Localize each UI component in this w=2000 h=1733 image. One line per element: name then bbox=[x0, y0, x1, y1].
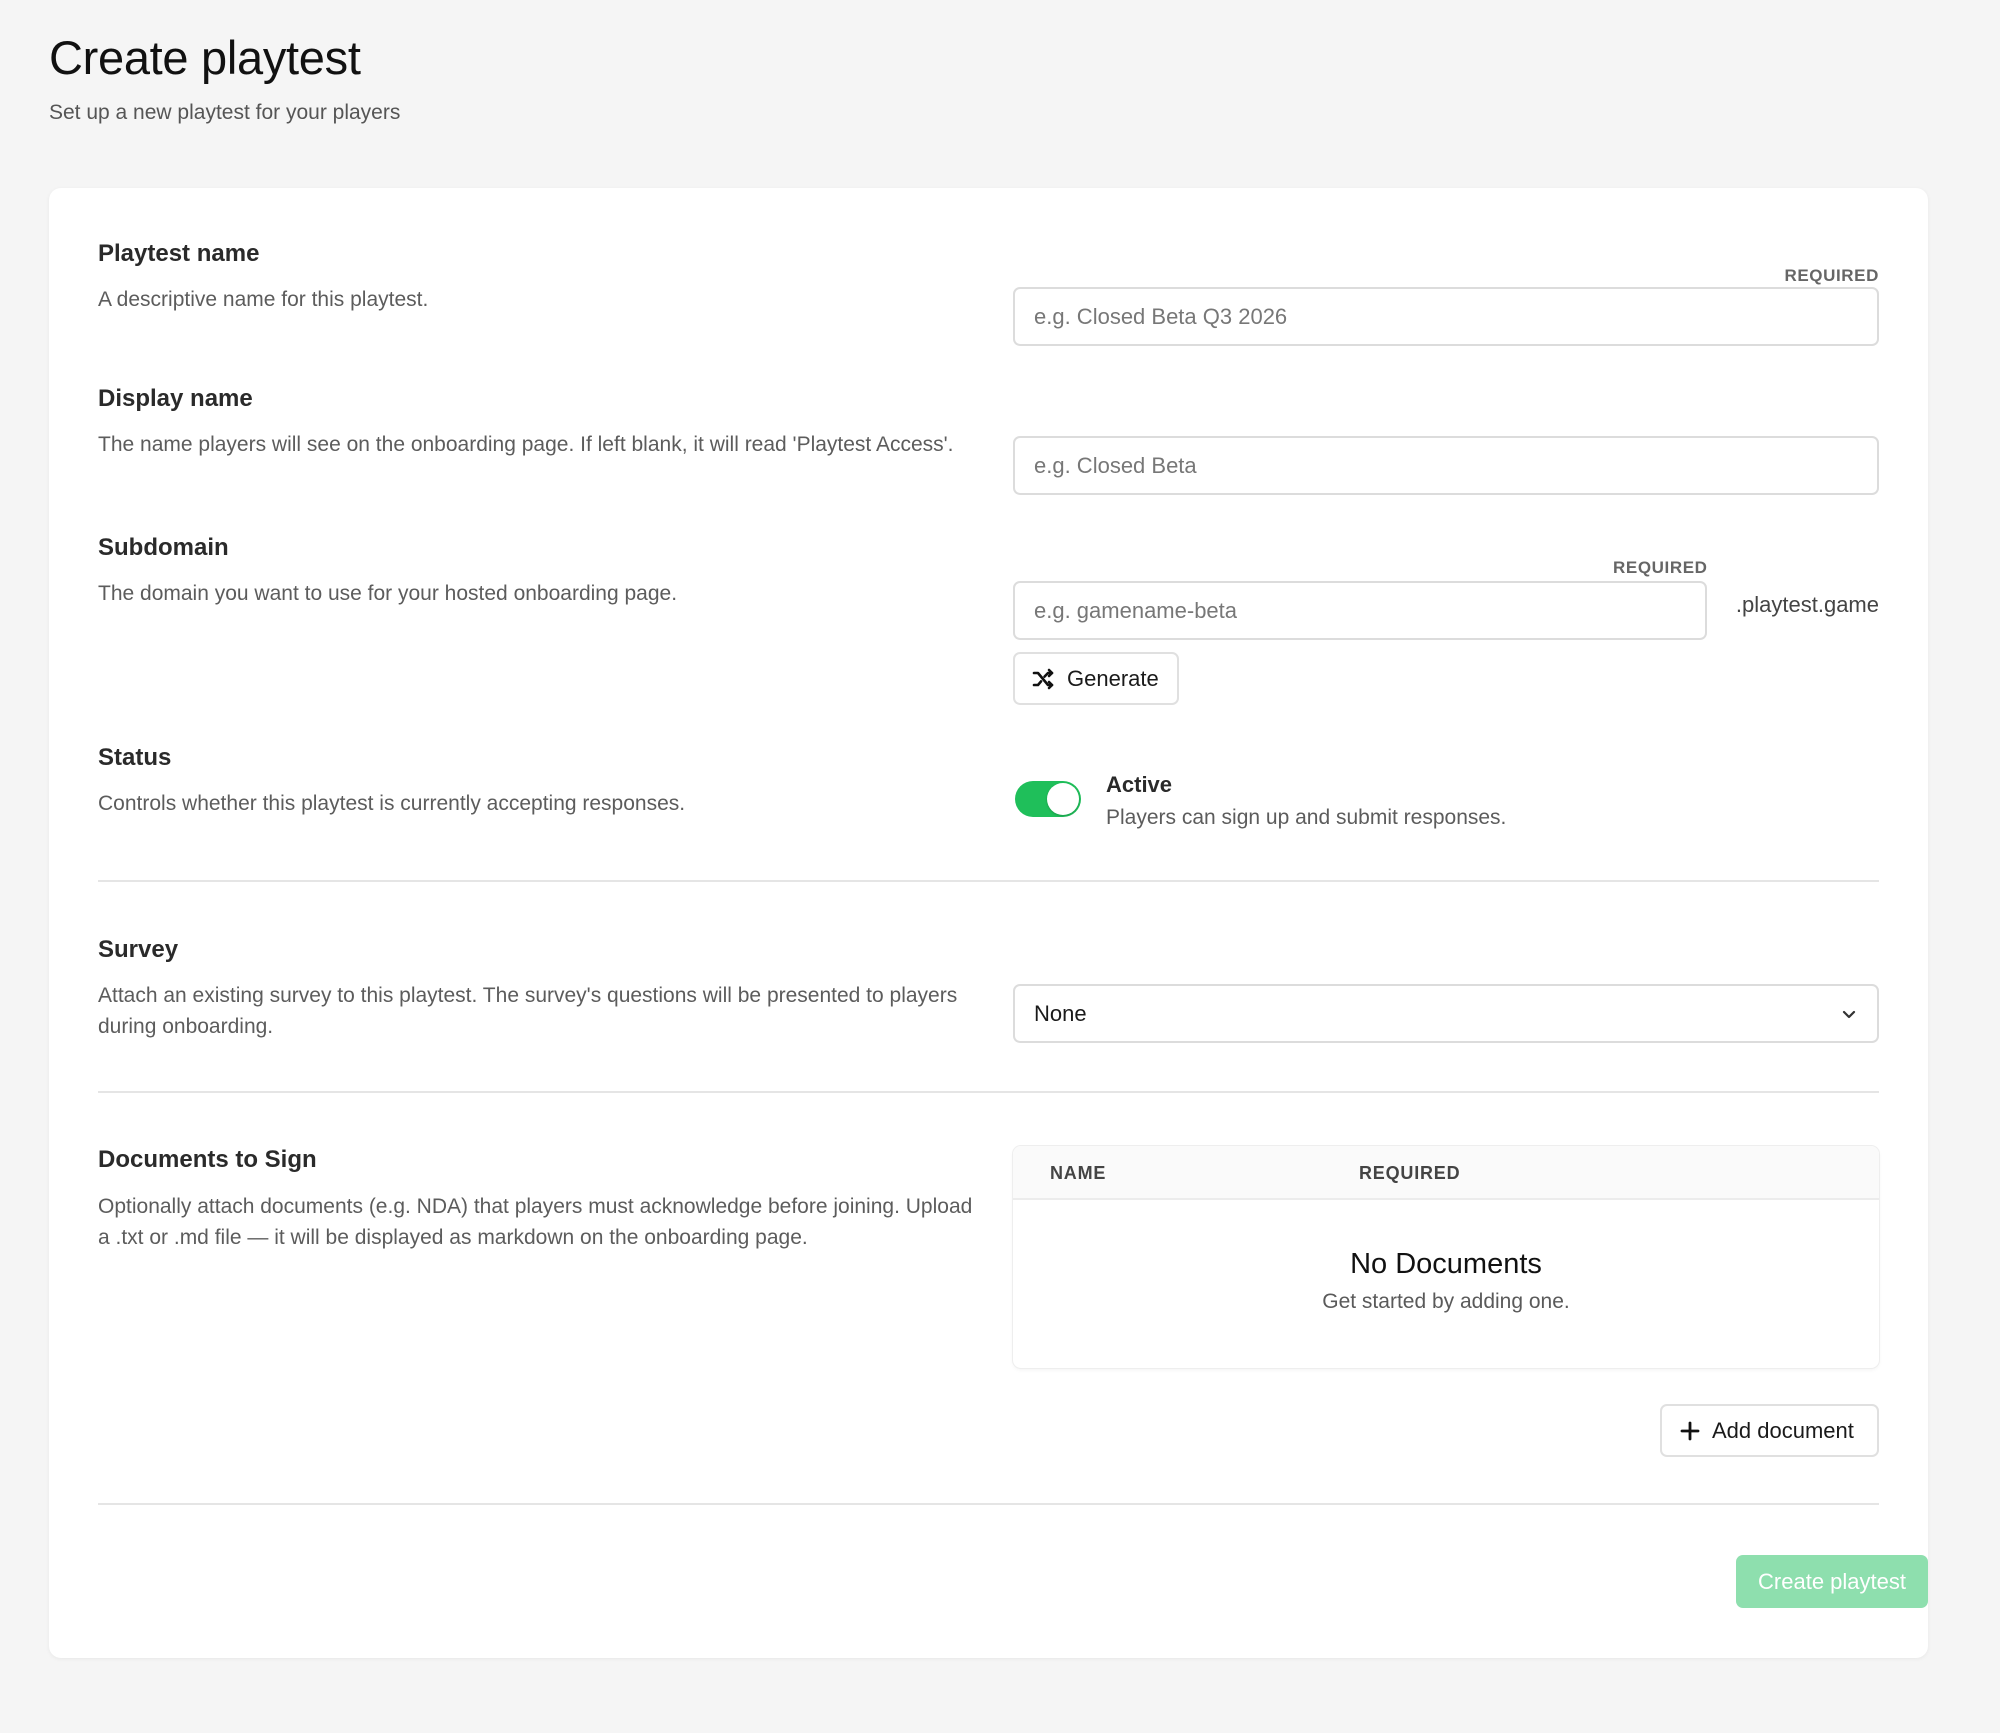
empty-state-subtitle: Get started by adding one. bbox=[1322, 1290, 1570, 1313]
subdomain-suffix: .playtest.game bbox=[1735, 592, 1879, 617]
playtest-name-label: Playtest name bbox=[98, 240, 260, 267]
column-header-name: NAME bbox=[1050, 1163, 1107, 1183]
playtest-form-card: Playtest name A descriptive name for thi… bbox=[49, 188, 1928, 1658]
add-document-label: Add document bbox=[1712, 1417, 1854, 1443]
subdomain-input[interactable] bbox=[1013, 581, 1707, 640]
status-state-title: Active bbox=[1106, 772, 1173, 797]
generate-subdomain-button[interactable]: Generate bbox=[1013, 652, 1179, 705]
survey-label: Survey bbox=[98, 936, 179, 963]
empty-state-title: No Documents bbox=[1350, 1248, 1542, 1280]
page-title: Create playtest bbox=[49, 31, 361, 84]
page-header: Create playtest Set up a new playtest fo… bbox=[49, 30, 400, 125]
create-playtest-button[interactable]: Create playtest bbox=[1736, 1555, 1928, 1608]
display-name-label: Display name bbox=[98, 385, 253, 412]
display-name-description: The name players will see on the onboard… bbox=[98, 433, 954, 456]
generate-label: Generate bbox=[1067, 665, 1159, 691]
documents-table: NAME REQUIRED No Documents Get started b… bbox=[1013, 1146, 1879, 1368]
documents-table-header: NAME REQUIRED bbox=[1013, 1146, 1879, 1200]
subdomain-label: Subdomain bbox=[98, 534, 229, 561]
status-toggle-knob bbox=[1047, 783, 1079, 815]
survey-selected-value: None bbox=[1034, 1000, 1087, 1026]
survey-select[interactable]: None bbox=[1013, 984, 1879, 1043]
section-divider bbox=[98, 1091, 1879, 1093]
status-label: Status bbox=[98, 744, 172, 771]
column-header-required: REQUIRED bbox=[1359, 1163, 1461, 1183]
playtest-name-description: A descriptive name for this playtest. bbox=[98, 288, 429, 311]
shuffle-icon bbox=[1031, 667, 1055, 691]
display-name-input[interactable] bbox=[1013, 436, 1879, 495]
documents-description: Optionally attach documents (e.g. NDA) t… bbox=[98, 1195, 973, 1249]
playtest-name-required-badge: REQUIRED bbox=[1784, 266, 1879, 285]
status-state-description: Players can sign up and submit responses… bbox=[1106, 806, 1507, 829]
add-document-button[interactable]: Add document bbox=[1660, 1404, 1879, 1457]
page-subtitle: Set up a new playtest for your players bbox=[49, 101, 401, 124]
subdomain-required-badge: REQUIRED bbox=[1613, 558, 1708, 577]
subdomain-description: The domain you want to use for your host… bbox=[98, 582, 678, 605]
status-description: Controls whether this playtest is curren… bbox=[98, 792, 686, 815]
documents-label: Documents to Sign bbox=[98, 1146, 317, 1173]
plus-icon bbox=[1680, 1421, 1700, 1441]
playtest-name-input[interactable] bbox=[1013, 287, 1879, 346]
status-toggle[interactable] bbox=[1015, 781, 1081, 817]
chevron-down-icon bbox=[1840, 1005, 1858, 1023]
section-divider bbox=[98, 880, 1879, 882]
survey-description: Attach an existing survey to this playte… bbox=[98, 984, 958, 1038]
section-divider bbox=[98, 1503, 1879, 1505]
